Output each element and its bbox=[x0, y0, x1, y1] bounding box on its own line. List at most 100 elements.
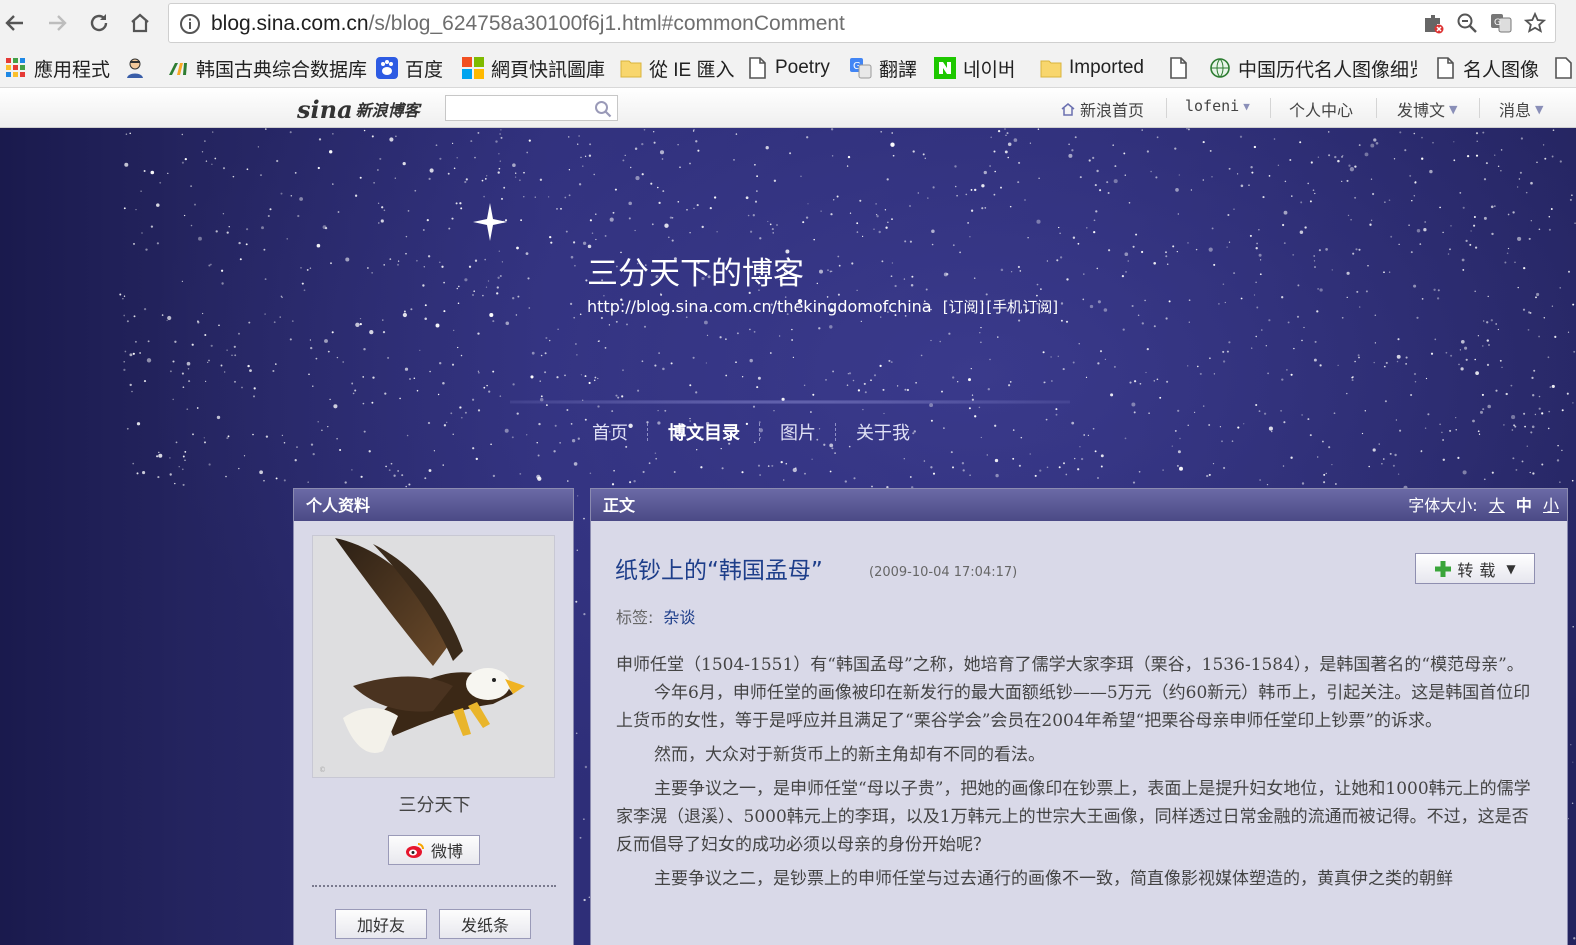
add-friend-button[interactable]: 加好友 bbox=[335, 909, 427, 939]
topnav-user[interactable]: lofeni ▼ bbox=[1185, 97, 1250, 115]
page-icon bbox=[749, 57, 766, 79]
article-paragraph: 然而，大众对于新货币上的新主角却有不同的看法。 bbox=[654, 745, 1045, 765]
topnav-post[interactable]: 发博文 ▼ bbox=[1397, 97, 1457, 121]
bookmark-profile[interactable] bbox=[124, 55, 146, 81]
url-text: blog.sina.com.cn/s/blog_624758a30100f6j1… bbox=[211, 12, 845, 36]
topnav-personal-center[interactable]: 个人中心 bbox=[1289, 97, 1353, 121]
blog-nav: 首页 博文目录 图片 关于我 bbox=[590, 419, 912, 445]
tag-link[interactable]: 杂谈 bbox=[663, 608, 695, 627]
subscribe-link[interactable]: [订阅] bbox=[943, 298, 985, 316]
bookmark-naver[interactable]: 네이버 bbox=[934, 55, 1015, 81]
article-body: 申师任堂（1504-1551）有“韩国孟母”之称，她培育了儒学大家李珥（栗谷，1… bbox=[616, 651, 1538, 899]
bookmark-untitled[interactable] bbox=[1167, 55, 1189, 81]
zoom-icon[interactable] bbox=[1455, 11, 1479, 35]
weibo-button[interactable]: 微博 bbox=[388, 835, 480, 865]
font-size-small[interactable]: 小 bbox=[1543, 496, 1559, 515]
article-paragraph: 今年6月，申师任堂的画像被印在新发行的最大面额纸钞——5万元（约60新元）韩币上… bbox=[616, 683, 1531, 731]
repost-button[interactable]: 转载 ▼ bbox=[1415, 553, 1535, 584]
bookmark-ie-import[interactable]: 從 IE 匯入 bbox=[620, 55, 735, 81]
bookmark-label: 中国历代名人图像细览 bbox=[1238, 59, 1417, 81]
bookmark-label: 韩国古典综合数据库 bbox=[196, 59, 368, 81]
avatar[interactable]: © bbox=[312, 535, 555, 778]
bookmark-webslice[interactable]: 網頁快訊圖庫 bbox=[462, 55, 605, 81]
database-icon bbox=[169, 63, 187, 75]
topnav-messages[interactable]: 消息 ▼ bbox=[1499, 97, 1543, 121]
nav-divider bbox=[510, 400, 1070, 404]
blog-nav-home[interactable]: 首页 bbox=[590, 419, 630, 445]
article-header: 正文 字体大小: 大 中 小 bbox=[591, 489, 1567, 521]
home-icon[interactable] bbox=[125, 8, 155, 38]
article-paragraph: 主要争议之一，是申师任堂“母以子贵”，把她的画像印在钞票上，表面上是提升妇女地位… bbox=[616, 779, 1531, 855]
bookmark-poetry[interactable]: Poetry bbox=[746, 55, 830, 81]
eagle-image: © bbox=[319, 538, 525, 774]
bookmark-label: 網頁快訊圖庫 bbox=[491, 59, 606, 81]
bookmark-star-icon[interactable] bbox=[1523, 11, 1547, 35]
forward-icon[interactable] bbox=[42, 8, 72, 38]
bookmark-famous-portraits[interactable]: 名人图像 bbox=[1434, 55, 1539, 81]
browser-toolbar: blog.sina.com.cn/s/blog_624758a30100f6j1… bbox=[0, 0, 1576, 48]
send-note-button[interactable]: 发纸条 bbox=[439, 909, 531, 939]
translate-icon[interactable]: G bbox=[1489, 11, 1513, 35]
naver-icon bbox=[934, 57, 956, 79]
bookmark-apps[interactable]: 應用程式 bbox=[5, 55, 110, 81]
svg-text:©: © bbox=[319, 766, 326, 774]
article-tags: 标签: 杂谈 bbox=[616, 604, 695, 628]
blog-url[interactable]: http://blog.sina.com.cn/thekingdomofchin… bbox=[587, 297, 932, 316]
bookmark-overflow[interactable] bbox=[1552, 55, 1574, 81]
blog-nav-articles[interactable]: 博文目录 bbox=[666, 419, 742, 445]
profile-panel: 个人资料 © 三分天下 微博 加好友 发纸条 bbox=[293, 488, 574, 945]
tags-label: 标签: bbox=[616, 608, 654, 627]
bookmark-imported[interactable]: Imported bbox=[1040, 55, 1144, 81]
topnav-label: 个人中心 bbox=[1289, 101, 1354, 120]
chevron-down-icon: ▼ bbox=[1449, 102, 1458, 116]
font-size-label: 字体大小: bbox=[1408, 496, 1478, 515]
windows-logo-icon bbox=[462, 57, 484, 79]
plus-icon bbox=[1435, 560, 1452, 577]
profile-divider bbox=[312, 885, 556, 887]
apps-grid-icon bbox=[6, 58, 25, 77]
extension-blocked-icon[interactable] bbox=[1421, 11, 1445, 35]
weibo-icon bbox=[405, 843, 424, 858]
page-icon bbox=[1170, 57, 1187, 79]
chevron-down-icon: ▼ bbox=[1243, 99, 1250, 113]
blog-url-line: http://blog.sina.com.cn/thekingdomofchin… bbox=[587, 296, 1058, 317]
bookmark-portraits[interactable]: 中国历代名人图像细览 bbox=[1209, 55, 1417, 81]
bookmark-label: 從 IE 匯入 bbox=[649, 59, 735, 81]
reload-icon[interactable] bbox=[84, 8, 114, 38]
back-icon[interactable] bbox=[0, 8, 30, 38]
top-search-input[interactable] bbox=[445, 95, 618, 121]
article-heading: 正文 bbox=[603, 496, 636, 515]
blog-nav-photos[interactable]: 图片 bbox=[778, 419, 818, 445]
topnav-sina-home[interactable]: 新浪首页 bbox=[1060, 97, 1144, 121]
mobile-subscribe-link[interactable]: [手机订阅] bbox=[986, 298, 1058, 316]
bookmark-baidu[interactable]: 百度 bbox=[376, 55, 443, 81]
url-path: /s/blog_624758a30100f6j1.html#commonComm… bbox=[368, 12, 845, 35]
folder-icon bbox=[620, 60, 642, 78]
profile-heading: 个人资料 bbox=[294, 489, 573, 521]
font-size-medium[interactable]: 中 bbox=[1516, 496, 1532, 515]
profile-name[interactable]: 三分天下 bbox=[294, 791, 575, 817]
blog-nav-about[interactable]: 关于我 bbox=[854, 419, 912, 445]
font-size-large[interactable]: 大 bbox=[1489, 496, 1505, 515]
blog-title[interactable]: 三分天下的博客 bbox=[587, 248, 804, 293]
profile-avatar-icon bbox=[127, 58, 143, 78]
sina-topbar: sina 新浪博客 新浪首页 lofeni ▼ 个人中心 发博文 ▼ 消息 ▼ bbox=[0, 88, 1576, 128]
bookmark-label: 네이버 bbox=[963, 59, 1016, 81]
blog-page: 三分天下的博客 http://blog.sina.com.cn/thekingd… bbox=[0, 128, 1576, 945]
topnav-label: 新浪首页 bbox=[1080, 101, 1145, 120]
baidu-paw-icon bbox=[376, 57, 398, 79]
bookmark-label: Imported bbox=[1069, 57, 1144, 78]
page-icon bbox=[1555, 57, 1572, 79]
translate-icon: G bbox=[850, 58, 872, 79]
bookmark-korean-db[interactable]: 韩国古典综合数据库 bbox=[167, 55, 367, 81]
info-icon[interactable] bbox=[179, 13, 201, 39]
search-icon[interactable] bbox=[594, 100, 612, 118]
bookmark-translate[interactable]: G 翻譯 bbox=[850, 55, 917, 81]
address-bar[interactable]: blog.sina.com.cn/s/blog_624758a30100f6j1… bbox=[168, 3, 1556, 43]
chevron-down-icon: ▼ bbox=[1535, 102, 1544, 116]
bookmarks-bar: 應用程式 韩国古典综合数据库 百度 網頁快訊圖庫 從 IE 匯入 Poetry … bbox=[0, 48, 1576, 88]
sina-blog-logo[interactable]: sina 新浪博客 bbox=[297, 92, 420, 124]
bookmark-label: 應用程式 bbox=[34, 59, 111, 81]
article-paragraph: 主要争议之二，是钞票上的申师任堂与过去通行的画像不一致，简直像影视媒体塑造的，黄… bbox=[654, 869, 1453, 889]
topnav-label: lofeni bbox=[1185, 97, 1240, 115]
